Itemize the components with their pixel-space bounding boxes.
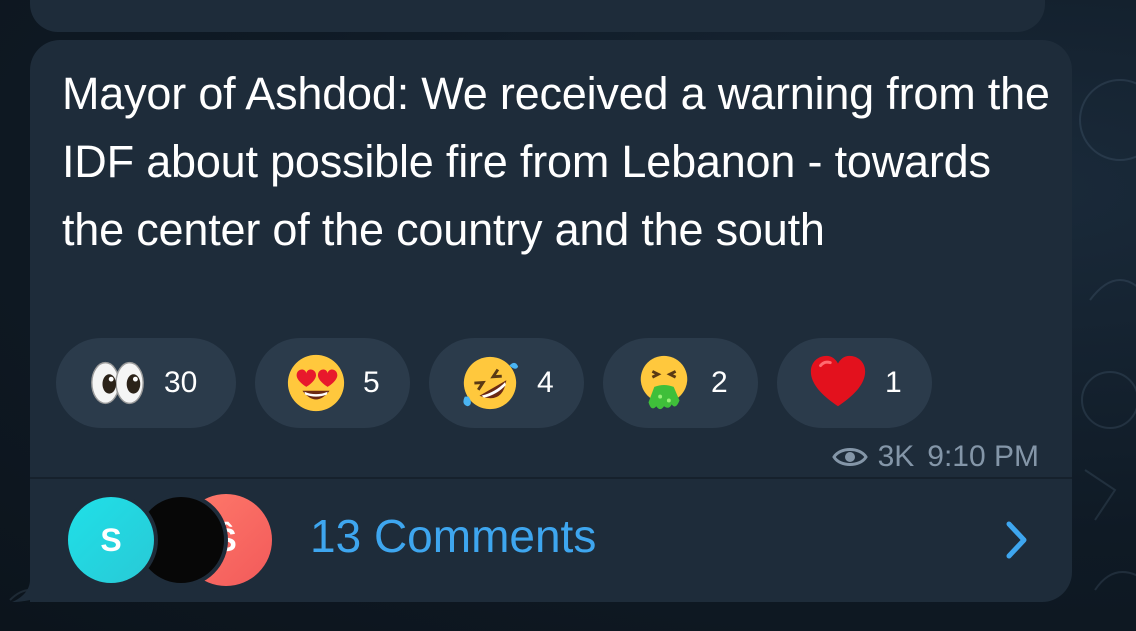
reaction-eyes[interactable]: 30: [56, 338, 236, 428]
reaction-count: 2: [711, 366, 728, 399]
vomiting-face-emoji-icon: [640, 355, 688, 410]
reaction-count: 30: [164, 366, 198, 399]
reaction-heart-eyes[interactable]: 5: [255, 338, 410, 428]
reaction-count: 5: [363, 366, 380, 399]
eyes-emoji-icon: [91, 361, 144, 405]
red-heart-emoji-icon: [810, 355, 866, 407]
chevron-right-icon: [1006, 521, 1027, 559]
previous-message-bubble: [30, 0, 1045, 32]
heart-eyes-emoji-icon: [287, 354, 345, 412]
message-text: Mayor of Ashdod: We received a warning f…: [62, 68, 1050, 255]
reaction-rolling-laughing[interactable]: 4: [429, 338, 584, 428]
reactions-bar: 30 5 4 2 1: [56, 338, 932, 428]
rolling-on-floor-laughing-emoji-icon: [463, 356, 519, 410]
message-meta: 3K 9:10 PM: [831, 440, 1039, 474]
reaction-vomiting[interactable]: 2: [603, 338, 758, 428]
comments-label: 13 Comments: [310, 510, 597, 562]
comments-button[interactable]: S Ŝ 13 Comments: [30, 479, 1072, 602]
message-time: 9:10 PM: [927, 440, 1039, 473]
bubble-tail: [12, 560, 52, 602]
reaction-count: 1: [885, 366, 902, 399]
view-count: 3K: [877, 440, 915, 473]
reaction-count: 4: [537, 366, 554, 399]
avatar: S: [64, 493, 158, 587]
message-bubble[interactable]: Mayor of Ashdod: We received a warning f…: [30, 40, 1072, 602]
views-eye-icon: [831, 448, 868, 466]
reaction-red-heart[interactable]: 1: [777, 338, 932, 428]
